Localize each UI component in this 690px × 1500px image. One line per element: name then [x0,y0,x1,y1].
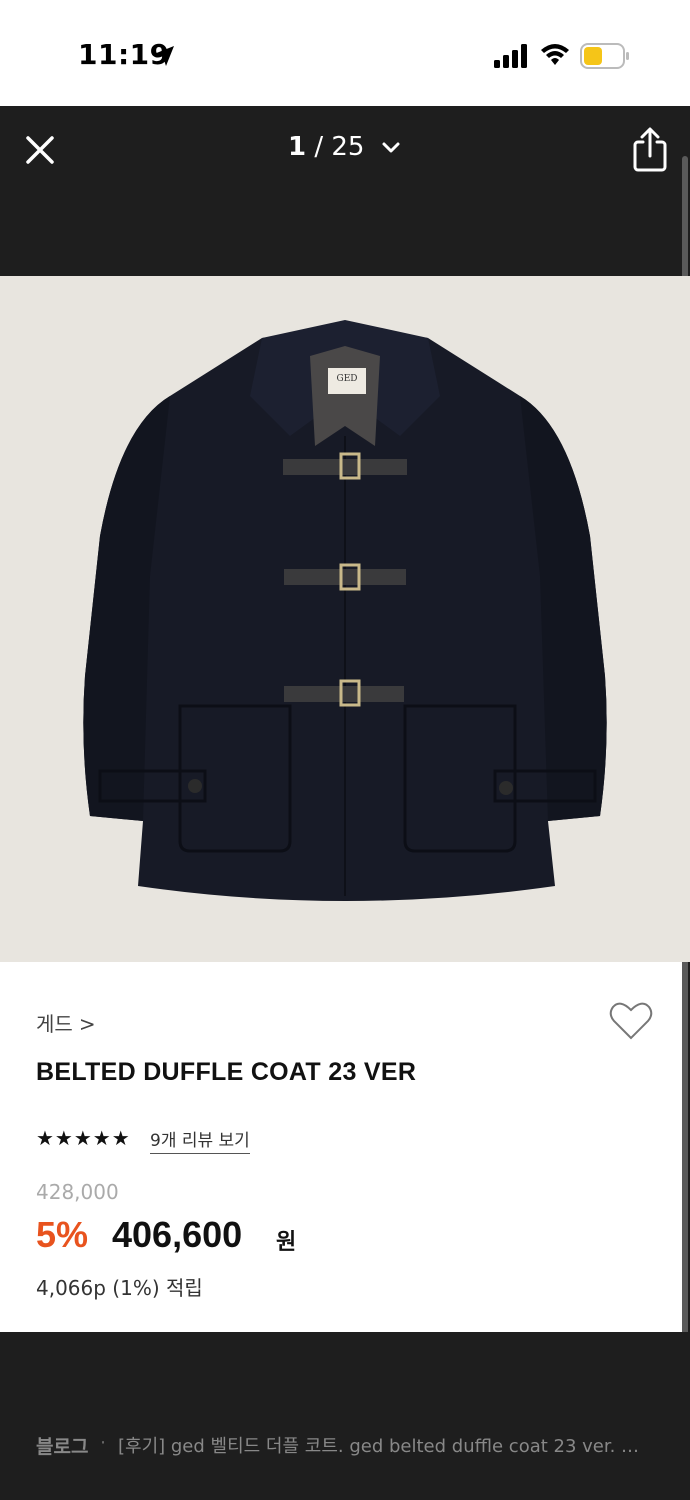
product-title: BELTED DUFFLE COAT 23 VER [36,1058,417,1086]
product-info-card: 게드 > BELTED DUFFLE COAT 23 VER ★★★★★ 9개 리… [0,962,682,1332]
original-price: 428,000 [36,1180,119,1204]
brand-link[interactable]: 게드 > [36,1008,96,1037]
reward-points: 4,066p (1%) 적립 [36,1276,203,1300]
rating-stars: ★★★★★ [36,1126,131,1150]
sale-price: 406,600 [112,1214,243,1255]
wifi-icon [541,44,569,65]
chevron-down-icon [382,142,400,152]
source-separator: · [100,1432,107,1454]
coat-brand-label: GED [337,374,358,384]
review-link[interactable]: 9개 리뷰 보기 [150,1126,250,1154]
brand-name: 게드 [36,1012,73,1036]
coat-illustration: GED [83,320,607,901]
image-viewer-header: 1 / 25 [0,106,690,276]
share-icon[interactable] [630,126,670,174]
image-counter-dropdown[interactable]: 1 / 25 [288,132,401,162]
cellular-signal-icon [494,44,527,68]
discount-rate: 5% [36,1214,89,1255]
total-image-count: 25 [331,132,365,162]
counter-separator: / [314,132,324,162]
status-bar: 11:19 [0,0,690,106]
current-image-index: 1 [288,132,307,162]
product-image[interactable]: GED [0,276,690,962]
heart-icon[interactable] [608,1000,654,1042]
currency-unit: 원 [276,1230,297,1255]
source-name: 블로그 [36,1436,89,1458]
source-title-link[interactable]: [후기] ged 벨티드 더플 코트. ged belted duffle co… [118,1432,658,1458]
source-bar: 블로그 · [후기] ged 벨티드 더플 코트. ged belted duf… [0,1332,690,1500]
battery-low-icon [580,43,629,69]
location-arrow-icon [154,46,174,66]
chevron-right-icon: > [78,1012,96,1036]
close-icon[interactable] [20,130,60,170]
